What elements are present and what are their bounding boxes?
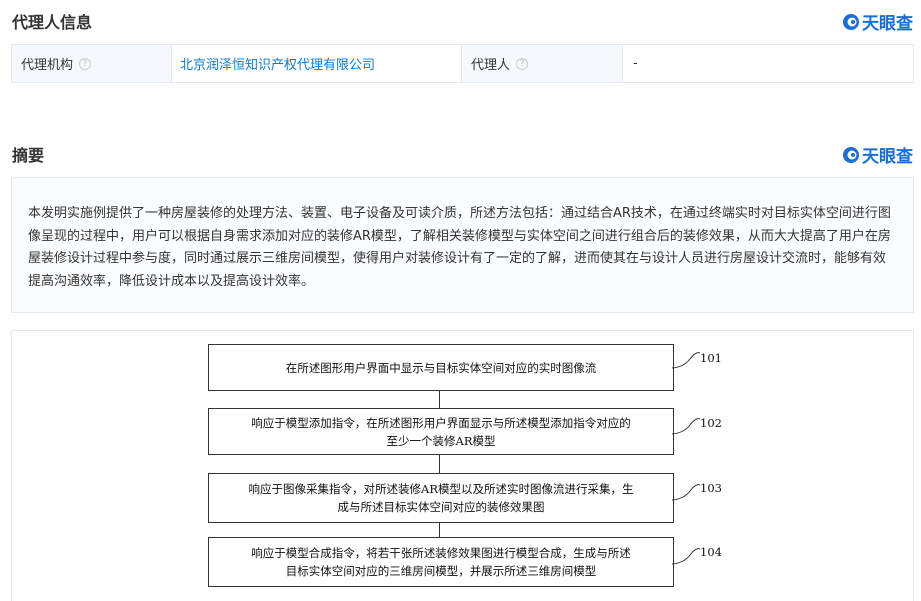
step-text-line: 响应于模型添加指令，在所述图形用户界面显示与所述模型添加指令对应的 <box>251 415 631 430</box>
step-text-line: 在所述图形用户界面中显示与目标实体空间对应的实时图像流 <box>285 360 597 375</box>
flow-step-104: 响应于模型合成指令，将若干张所述装修效果图进行模型合成，生成与所述 目标实体空间… <box>208 537 674 587</box>
brand-name: 天眼查 <box>862 147 913 167</box>
leader-line <box>672 548 701 565</box>
agency-label: 代理机构 <box>21 58 74 73</box>
abstract-section-title: 摘要 <box>12 146 45 165</box>
flow-step-103: 响应于图像采集指令，对所述装修AR模型以及所述实时图像流进行采集，生 成与所述目… <box>208 473 674 523</box>
agent-label: 代理人 <box>471 58 511 73</box>
abstract-text: 本发明实施例提供了一种房屋装修的处理方法、装置、电子设备及可读介质，所述方法包括… <box>11 177 914 313</box>
tianyancha-logo[interactable]: 天眼查 <box>842 9 913 34</box>
flow-step-101: 在所述图形用户界面中显示与目标实体空间对应的实时图像流 <box>208 344 674 391</box>
agency-link[interactable]: 北京润泽恒知识产权代理有限公司 <box>180 54 375 73</box>
abstract-figure: 在所述图形用户界面中显示与目标实体空间对应的实时图像流 响应于模型添加指令，在所… <box>11 330 914 601</box>
step-number: 103 <box>700 481 722 495</box>
leader-line <box>672 484 701 501</box>
step-number: 104 <box>700 545 722 559</box>
step-text-line: 目标实体空间对应的三维房间模型，并展示所述三维房间模型 <box>285 564 597 578</box>
flow-connector <box>439 391 440 408</box>
step-text-line: 响应于图像采集指令，对所述装修AR模型以及所述实时图像流进行采集，生 <box>248 482 634 496</box>
agency-value-cell: 北京润泽恒知识产权代理有限公司 <box>172 45 462 82</box>
help-icon[interactable]: ? <box>79 57 92 70</box>
brand-name: 天眼查 <box>862 14 913 34</box>
agency-label-cell: 代理机构 ? <box>12 45 172 82</box>
leader-line <box>672 418 701 435</box>
flow-connector <box>439 523 440 537</box>
tianyancha-logo[interactable]: 天眼查 <box>842 142 913 167</box>
step-number: 102 <box>700 416 722 430</box>
step-text-line: 响应于模型合成指令，将若干张所述装修效果图进行模型合成，生成与所述 <box>251 546 631 560</box>
agent-info-table: 代理机构 ? 北京润泽恒知识产权代理有限公司 代理人 ? - <box>11 44 914 83</box>
step-text-line: 至少一个装修AR模型 <box>386 433 496 448</box>
tianyancha-eye-icon <box>843 13 859 30</box>
leader-line <box>672 352 701 369</box>
help-icon[interactable]: ? <box>516 57 529 70</box>
flow-connector <box>439 455 440 473</box>
tianyancha-eye-icon <box>843 146 859 163</box>
step-text-line: 成与所述目标实体空间对应的装修效果图 <box>337 500 545 514</box>
step-number: 101 <box>700 351 722 365</box>
flow-step-102: 响应于模型添加指令，在所述图形用户界面显示与所述模型添加指令对应的 至少一个装修… <box>208 408 674 455</box>
agent-value: - <box>633 56 638 71</box>
agent-section-title: 代理人信息 <box>12 13 93 32</box>
agent-label-cell: 代理人 ? <box>462 45 623 82</box>
agent-value-cell: - <box>623 45 913 82</box>
